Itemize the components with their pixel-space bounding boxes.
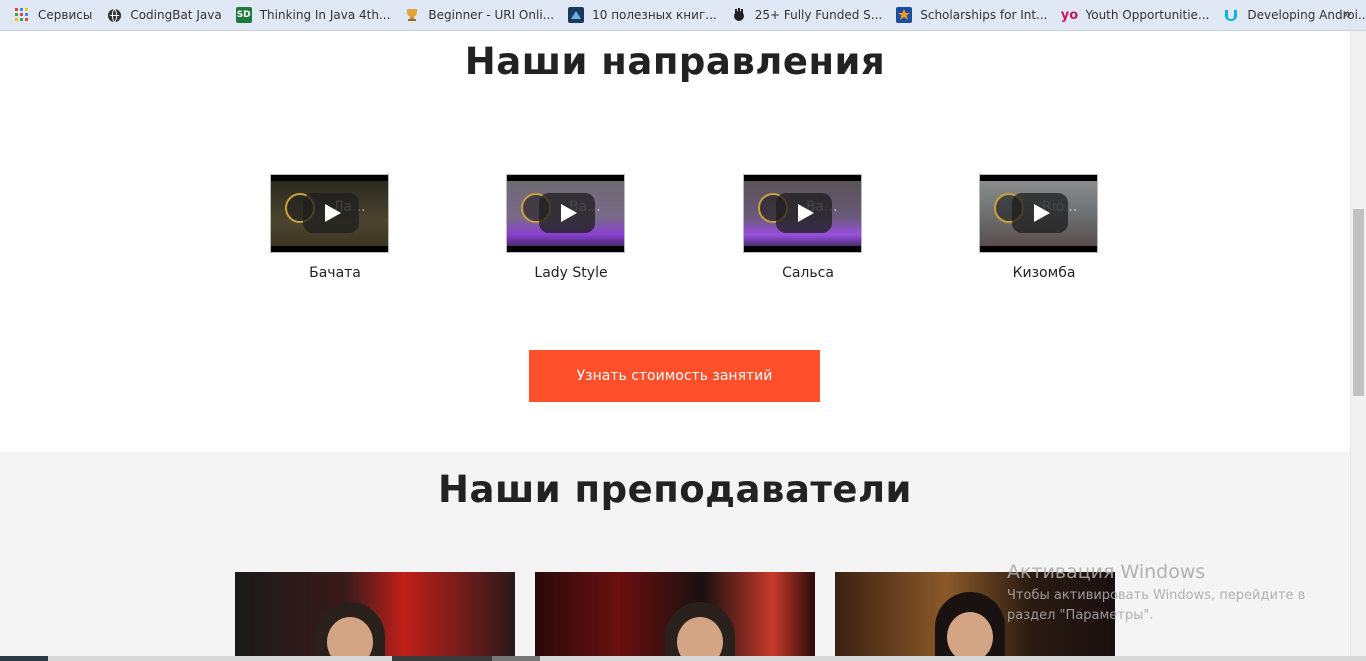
bookmark-label: 10 полезных книг...	[592, 8, 717, 22]
bookmark-label: Beginner - URI Onli...	[428, 8, 555, 22]
bookmark-uri-online[interactable]: Beginner - URI Onli...	[404, 3, 554, 27]
taskbar-strip	[0, 656, 1366, 661]
video-thumbnail[interactable]: Rio...	[979, 174, 1098, 253]
video-card-salsa: Ва... Сальса	[743, 174, 873, 281]
bookmark-label: 25+ Fully Funded S...	[754, 8, 883, 22]
watermark-line-2: раздел "Параметры".	[1007, 608, 1154, 623]
teachers-section: Наши преподаватели	[0, 452, 1350, 661]
video-label: Кизомба	[1012, 265, 1076, 281]
trophy-icon	[404, 7, 420, 23]
video-card-bachata: Ла... Бачата	[270, 174, 400, 281]
bookmark-scholarships[interactable]: Scholarships for Int...	[896, 3, 1048, 27]
video-card-kizomba: Rio... Кизомба	[979, 174, 1109, 281]
bookmark-label: Youth Opportunitie...	[1085, 8, 1210, 22]
watermark-title: Активация Windows	[1007, 561, 1206, 583]
teacher-card[interactable]	[235, 572, 515, 661]
video-label: Бачата	[309, 265, 361, 281]
video-label: Сальса	[782, 265, 834, 281]
bookmark-services[interactable]: Сервисы	[14, 3, 92, 27]
directions-title: Наши направления	[464, 40, 886, 83]
video-thumbnail[interactable]: Ва...	[743, 174, 862, 253]
scrollbar-thumb[interactable]	[1353, 209, 1364, 396]
play-icon[interactable]	[1012, 193, 1068, 233]
star-icon	[896, 7, 913, 23]
teacher-face	[327, 617, 373, 661]
video-card-lady-style: Ва... Lady Style	[506, 174, 636, 281]
bookmark-label: Сервисы	[38, 8, 93, 22]
video-thumbnail[interactable]: Ва...	[506, 174, 625, 253]
bookmark-10-books[interactable]: 10 полезных книг...	[568, 3, 717, 27]
directions-section: Наши направления Ла... Бачата Ва... L	[0, 31, 1350, 452]
bookmarks-bar: Сервисы CodingBat Java SD Thinking In Ja…	[0, 0, 1366, 31]
video-thumbnail[interactable]: Ла...	[270, 174, 389, 253]
vertical-scrollbar[interactable]	[1350, 31, 1366, 661]
play-icon[interactable]	[539, 193, 595, 233]
globe-icon	[106, 7, 122, 23]
hand-icon	[731, 7, 747, 23]
play-icon[interactable]	[303, 193, 359, 233]
price-inquiry-button[interactable]: Узнать стоимость занятий	[529, 350, 820, 402]
bookmark-fully-funded[interactable]: 25+ Fully Funded S...	[731, 3, 883, 27]
teacher-face	[947, 612, 993, 661]
sd-icon: SD	[235, 7, 252, 23]
teachers-title: Наши преподаватели	[438, 468, 912, 511]
udacity-icon	[1223, 7, 1239, 23]
bookmark-label: CodingBat Java	[130, 8, 222, 22]
teacher-face	[677, 617, 723, 661]
play-icon[interactable]	[776, 193, 832, 233]
bookmark-label: Thinking In Java 4th...	[259, 8, 391, 22]
yo-icon: yo	[1060, 7, 1079, 23]
windows-activation-watermark: Активация Windows Чтобы активировать Win…	[1007, 560, 1305, 626]
teacher-card[interactable]	[535, 572, 815, 661]
bookmark-codingbat[interactable]: CodingBat Java	[106, 3, 222, 27]
bookmarks-overflow-icon[interactable]: »	[1342, 4, 1352, 23]
apps-grid-icon	[14, 7, 30, 23]
book-icon	[568, 7, 585, 23]
bookmark-thinking-in-java[interactable]: SD Thinking In Java 4th...	[235, 3, 391, 27]
video-label: Lady Style	[534, 265, 608, 281]
watermark-line-1: Чтобы активировать Windows, перейдите в	[1007, 588, 1306, 603]
bookmark-youth-opportunities[interactable]: yo Youth Opportunitie...	[1060, 3, 1210, 27]
bookmark-label: Scholarships for Int...	[920, 8, 1048, 22]
